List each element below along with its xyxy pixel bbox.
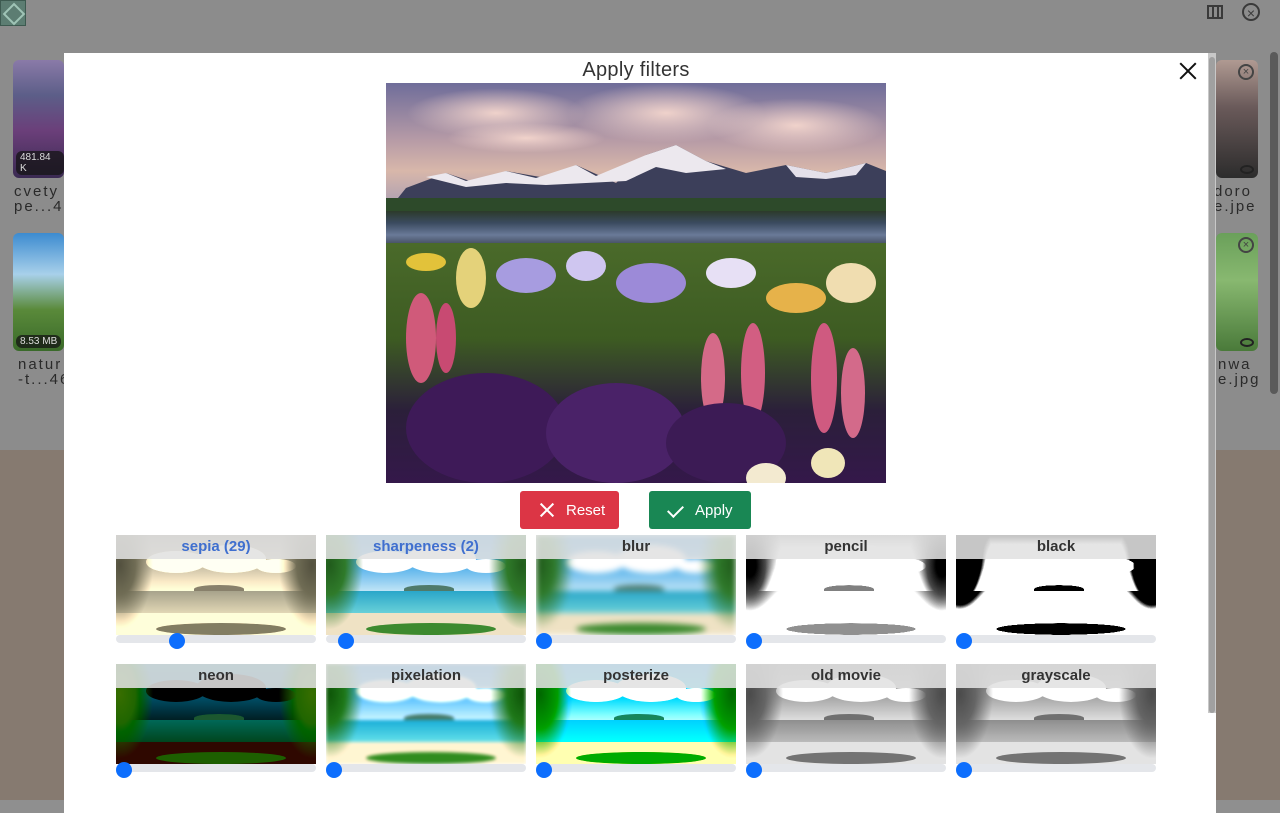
filter-slider-handle[interactable]	[956, 762, 972, 778]
filter-slider-track[interactable]	[326, 635, 526, 643]
filter-neon[interactable]: neon	[116, 664, 316, 778]
eye-icon[interactable]	[1240, 165, 1254, 174]
filter-label: pixelation	[326, 664, 526, 688]
filter-slider-track[interactable]	[536, 635, 736, 643]
filter-slider-handle[interactable]	[338, 633, 354, 649]
filter-slider-handle[interactable]	[169, 633, 185, 649]
filter-slider-handle[interactable]	[536, 762, 552, 778]
filter-slider-handle[interactable]	[746, 633, 762, 649]
file-name: nwa e.jpg	[1218, 356, 1261, 388]
filter-slider-track[interactable]	[956, 635, 1156, 643]
reset-button[interactable]: Reset	[520, 491, 619, 529]
file-size-badge: 481.84 K	[16, 151, 64, 175]
reset-button-label: Reset	[566, 501, 606, 519]
eye-icon[interactable]	[1240, 338, 1254, 347]
filter-slider-handle[interactable]	[746, 762, 762, 778]
thumbnail	[1216, 233, 1258, 351]
gallery-card[interactable]: ×	[1216, 60, 1258, 178]
image-icon[interactable]	[0, 0, 26, 26]
filter-label: blur	[536, 535, 736, 559]
filter-slider-track[interactable]	[116, 635, 316, 643]
file-name: natur -t...46	[18, 356, 71, 388]
filter-poster[interactable]: posterize	[536, 664, 736, 778]
filter-black[interactable]: black	[956, 535, 1156, 649]
filter-pencil[interactable]: pencil	[746, 535, 946, 649]
filter-slider-track[interactable]	[746, 764, 946, 772]
filter-label: sepia (29)	[116, 535, 316, 559]
gallery-card[interactable]: ×	[1216, 233, 1258, 351]
filter-label: posterize	[536, 664, 736, 688]
columns-icon[interactable]	[1207, 5, 1223, 19]
thumbnail	[1216, 60, 1258, 178]
filter-label: black	[956, 535, 1156, 559]
circle-close-icon[interactable]: ×	[1242, 3, 1260, 21]
filter-label: pencil	[746, 535, 946, 559]
thumbnail	[13, 233, 64, 351]
page-scrollbar[interactable]	[1270, 52, 1278, 394]
filter-blur[interactable]: blur	[536, 535, 736, 649]
filter-slider-track[interactable]	[116, 764, 316, 772]
filter-normal[interactable]: sharpeness (2)	[326, 535, 526, 649]
filter-slider-track[interactable]	[746, 635, 946, 643]
filter-slider-handle[interactable]	[536, 633, 552, 649]
filter-slider-track[interactable]	[326, 764, 526, 772]
filter-slider-handle[interactable]	[326, 762, 342, 778]
filter-slider-track[interactable]	[536, 764, 736, 772]
gallery-card[interactable]: 481.84 K	[13, 60, 64, 178]
filter-slider-handle[interactable]	[956, 633, 972, 649]
remove-icon[interactable]: ×	[1238, 64, 1254, 80]
apply-button-label: Apply	[695, 501, 733, 519]
filter-gray[interactable]: old movie	[746, 664, 946, 778]
file-name: doro e.jpe	[1214, 183, 1257, 215]
modal-title: Apply filters	[582, 59, 690, 81]
filter-label: sharpeness (2)	[326, 535, 526, 559]
filter-slider-handle[interactable]	[116, 762, 132, 778]
remove-icon[interactable]: ×	[1238, 237, 1254, 253]
filter-slider-track[interactable]	[956, 764, 1156, 772]
close-icon	[538, 501, 556, 519]
filter-label: neon	[116, 664, 316, 688]
check-icon	[667, 501, 685, 519]
gallery-card[interactable]: 8.53 MB	[13, 233, 64, 351]
modal-scrollbar[interactable]	[1208, 53, 1216, 713]
filter-sepia[interactable]: sepia (29)	[116, 535, 316, 649]
filter-gray[interactable]: grayscale	[956, 664, 1156, 778]
filter-pixel[interactable]: pixelation	[326, 664, 526, 778]
filter-label: old movie	[746, 664, 946, 688]
apply-button[interactable]: Apply	[649, 491, 751, 529]
apply-filters-modal: Apply filters Reset Apply sepia (29) sha…	[64, 53, 1216, 813]
image-preview	[386, 83, 886, 483]
file-size-badge: 8.53 MB	[16, 335, 62, 348]
file-name: cvety pe...4	[14, 183, 64, 215]
filter-label: grayscale	[956, 664, 1156, 688]
close-icon[interactable]	[1176, 59, 1200, 83]
